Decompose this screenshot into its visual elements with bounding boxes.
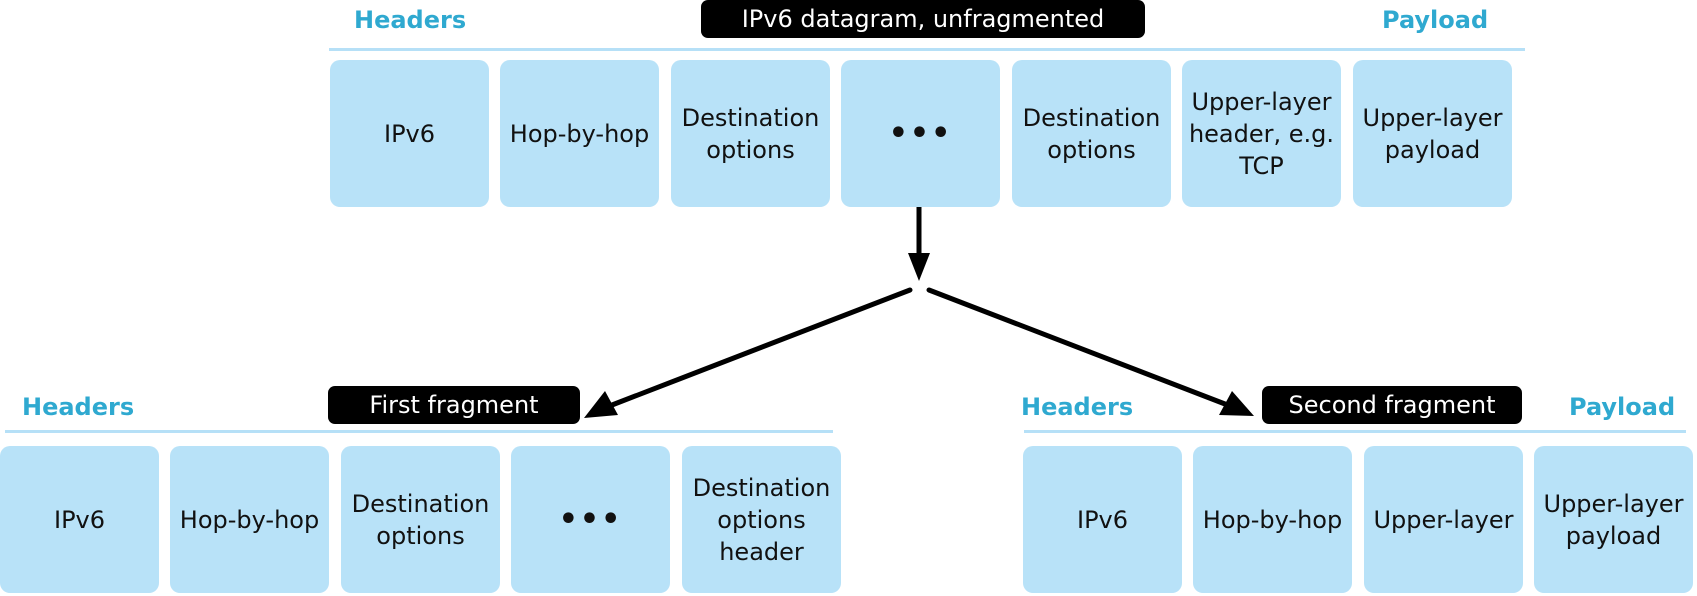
first-fragment-headers-label: Headers xyxy=(22,393,135,421)
first-fragment-box-destination-options-header: Destination options header xyxy=(682,446,841,593)
first-fragment-box-ipv6: IPv6 xyxy=(0,446,159,593)
second-fragment-payload-label: Payload xyxy=(1569,393,1676,421)
box-label: Upper-layer xyxy=(1373,505,1514,534)
second-fragment-box-upper-layer-payload: Upper-layer payload xyxy=(1534,446,1693,593)
box-label: Upper-layer payload xyxy=(1543,489,1684,550)
ellipsis-icon: ••• xyxy=(558,501,623,537)
second-fragment-box-ipv6: IPv6 xyxy=(1023,446,1182,593)
box-label: IPv6 xyxy=(1076,505,1129,534)
arrow-down xyxy=(908,207,930,281)
box-label: Destination options header xyxy=(692,473,831,566)
box-label: IPv6 xyxy=(53,505,106,534)
first-fragment-divider xyxy=(5,430,833,433)
first-fragment-box-hop-by-hop: Hop-by-hop xyxy=(170,446,329,593)
box-label: Destination options xyxy=(351,489,490,550)
second-fragment-headers-label: Headers xyxy=(1021,393,1134,421)
first-fragment-title-pill: First fragment xyxy=(328,386,580,424)
second-fragment-box-hop-by-hop: Hop-by-hop xyxy=(1193,446,1352,593)
first-fragment-box-ellipsis: ••• xyxy=(511,446,670,593)
arrow-to-first-fragment xyxy=(584,287,913,418)
first-fragment-box-destination-options: Destination options xyxy=(341,446,500,593)
second-fragment-divider xyxy=(1024,430,1686,433)
second-fragment-title-pill: Second fragment xyxy=(1262,386,1522,424)
box-label: Hop-by-hop xyxy=(179,505,320,534)
box-label: Hop-by-hop xyxy=(1202,505,1343,534)
second-fragment-box-upper-layer: Upper-layer xyxy=(1364,446,1523,593)
